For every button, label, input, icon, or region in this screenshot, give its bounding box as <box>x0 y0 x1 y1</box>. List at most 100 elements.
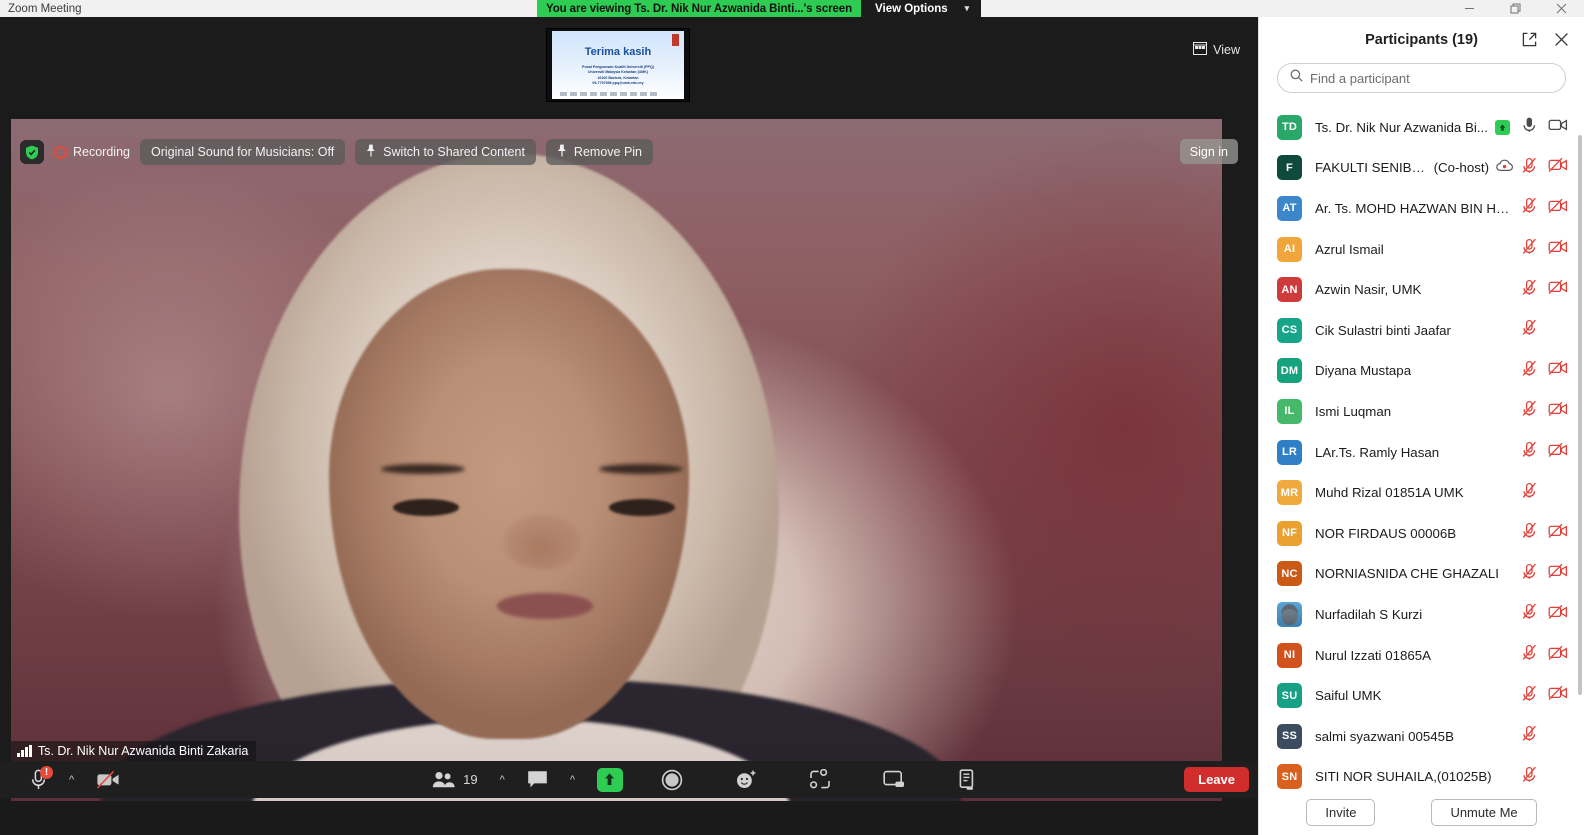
invite-button[interactable]: Invite <box>1306 798 1376 826</box>
participant-row[interactable]: AT Ar. Ts. MOHD HAZWAN BIN HA... <box>1259 188 1584 229</box>
participant-row[interactable]: AN Azwin Nasir, UMK <box>1259 269 1584 310</box>
participants-list[interactable]: TD Ts. Dr. Nik Nur Azwanida Bi... F FAKULTI… <box>1259 107 1584 789</box>
participant-row[interactable]: Nurfadilah S Kurzi <box>1259 594 1584 635</box>
participant-name: Muhd Rizal 01851A UMK <box>1315 485 1464 501</box>
microphone-muted-red-icon[interactable] <box>1521 725 1538 747</box>
microphone-icon[interactable] <box>1521 116 1538 138</box>
participant-name: Ts. Dr. Nik Nur Azwanida Bi... <box>1315 119 1488 135</box>
participant-status-icons <box>1521 482 1568 504</box>
video-off-red-icon[interactable] <box>1548 442 1568 463</box>
participant-row[interactable]: MR Muhd Rizal 01851A UMK <box>1259 472 1584 513</box>
participant-row[interactable]: SN SITI NOR SUHAILA,(01025B) <box>1259 757 1584 789</box>
switch-to-shared-content-button[interactable]: Switch to Shared Content <box>355 139 536 165</box>
participant-name: Azwin Nasir, UMK <box>1315 282 1422 298</box>
microphone-muted-red-icon[interactable] <box>1521 319 1538 341</box>
screen-share-banner: You are viewing Ts. Dr. Nik Nur Azwanida… <box>537 0 982 17</box>
chat-button[interactable] <box>515 761 560 798</box>
participant-name: NOR FIRDAUS 00006B <box>1315 525 1457 541</box>
participants-panel-header: Participants (19) <box>1259 17 1584 63</box>
video-icon[interactable] <box>1548 117 1568 138</box>
participants-panel-footer: Invite Unmute Me <box>1259 789 1584 835</box>
shield-check-icon[interactable] <box>20 140 44 164</box>
video-off-red-icon[interactable] <box>1548 563 1568 584</box>
microphone-muted-red-icon[interactable] <box>1521 279 1538 301</box>
remove-pin-button[interactable]: Remove Pin <box>545 139 654 165</box>
close-panel-icon[interactable] <box>1554 32 1569 52</box>
chat-caret-icon[interactable]: ^ <box>560 774 585 786</box>
microphone-muted-red-icon[interactable] <box>1521 644 1538 666</box>
participant-avatar: AT <box>1277 195 1302 221</box>
participant-row[interactable]: IL Ismi Luqman <box>1259 391 1584 432</box>
search-icon <box>1290 69 1303 87</box>
microphone-muted-red-icon[interactable] <box>1521 441 1538 463</box>
view-options-button[interactable]: View Options ▾ <box>861 0 982 17</box>
notes-button[interactable] <box>932 761 1002 798</box>
microphone-muted-red-icon[interactable] <box>1521 197 1538 219</box>
microphone-muted-red-icon[interactable] <box>1521 522 1538 544</box>
video-off-red-icon[interactable] <box>1548 279 1568 300</box>
participants-scrollbar[interactable] <box>1578 135 1582 695</box>
whiteboard-button[interactable] <box>857 761 932 798</box>
pin-icon <box>557 144 567 160</box>
participant-row[interactable]: LR LAr.Ts. Ramly Hasan <box>1259 432 1584 473</box>
search-input[interactable]: Find a participant <box>1277 63 1566 93</box>
pop-out-icon[interactable] <box>1522 32 1537 52</box>
layout-grid-icon <box>1193 42 1208 58</box>
participant-status-icons <box>1521 522 1568 544</box>
record-button[interactable] <box>635 761 709 798</box>
microphone-muted-red-icon[interactable] <box>1521 603 1538 625</box>
participant-row[interactable]: NF NOR FIRDAUS 00006B <box>1259 513 1584 554</box>
participant-avatar: DM <box>1277 358 1302 384</box>
participant-row[interactable]: SU Saiful UMK <box>1259 675 1584 716</box>
participant-name: FAKULTI SENIBIN... <box>1315 160 1428 176</box>
microphone-muted-red-icon[interactable] <box>1521 157 1538 179</box>
video-off-red-icon[interactable] <box>1548 198 1568 219</box>
participant-row[interactable]: NI Nurul Izzati 01865A <box>1259 635 1584 676</box>
participant-row[interactable]: NC NORNIASNIDA CHE GHAZALI <box>1259 554 1584 595</box>
start-video-button[interactable] <box>84 761 134 798</box>
video-off-red-icon[interactable] <box>1548 685 1568 706</box>
participant-row[interactable]: CS Cik Sulastri binti Jaafar <box>1259 310 1584 351</box>
microphone-muted-red-icon[interactable] <box>1521 360 1538 382</box>
participants-button[interactable]: 19 <box>420 761 489 798</box>
active-speaker-video[interactable] <box>11 119 1222 801</box>
participant-avatar: LR <box>1277 439 1302 465</box>
video-off-red-icon[interactable] <box>1548 645 1568 666</box>
microphone-muted-red-icon[interactable] <box>1521 482 1538 504</box>
participants-caret-icon[interactable]: ^ <box>490 774 515 786</box>
unmute-me-button[interactable]: Unmute Me <box>1431 798 1537 826</box>
leave-button[interactable]: Leave <box>1184 767 1249 792</box>
breakout-rooms-button[interactable] <box>783 761 857 798</box>
reactions-button[interactable] <box>709 761 783 798</box>
participant-row[interactable]: F FAKULTI SENIBIN... (Co-host) <box>1259 148 1584 189</box>
original-sound-button[interactable]: Original Sound for Musicians: Off <box>139 139 346 165</box>
close-button[interactable] <box>1538 0 1584 17</box>
microphone-muted-red-icon[interactable] <box>1521 238 1538 260</box>
microphone-muted-red-icon[interactable] <box>1521 685 1538 707</box>
view-layout-button[interactable]: View <box>1193 42 1240 58</box>
video-off-red-icon[interactable] <box>1548 239 1568 260</box>
video-off-red-icon[interactable] <box>1548 604 1568 625</box>
microphone-muted-red-icon[interactable] <box>1521 766 1538 788</box>
video-off-red-icon[interactable] <box>1548 523 1568 544</box>
video-off-red-icon[interactable] <box>1548 401 1568 422</box>
restore-button[interactable] <box>1492 0 1538 17</box>
recording-indicator[interactable]: Recording <box>54 145 130 159</box>
minimize-button[interactable] <box>1446 0 1492 17</box>
microphone-muted-red-icon[interactable] <box>1521 563 1538 585</box>
video-off-red-icon[interactable] <box>1548 360 1568 381</box>
audio-options-caret-icon[interactable]: ^ <box>59 774 84 786</box>
sign-in-button[interactable]: Sign in <box>1179 139 1238 164</box>
participant-row[interactable]: AI Azrul Ismail <box>1259 229 1584 270</box>
unmute-button[interactable]: ! <box>18 761 59 798</box>
share-screen-button[interactable] <box>585 761 635 798</box>
participant-status-icons <box>1521 603 1568 625</box>
window-title: Zoom Meeting <box>8 2 82 15</box>
video-off-red-icon[interactable] <box>1548 157 1568 178</box>
microphone-muted-red-icon[interactable] <box>1521 400 1538 422</box>
shared-content-thumbnail[interactable]: Terima kasih Pusat Pengurusan Kualiti Un… <box>546 28 690 102</box>
participant-row[interactable]: DM Diyana Mustapa <box>1259 351 1584 392</box>
participant-row[interactable]: TD Ts. Dr. Nik Nur Azwanida Bi... <box>1259 107 1584 148</box>
participant-avatar: CS <box>1277 317 1302 343</box>
participant-row[interactable]: SS salmi syazwani 00545B <box>1259 716 1584 757</box>
